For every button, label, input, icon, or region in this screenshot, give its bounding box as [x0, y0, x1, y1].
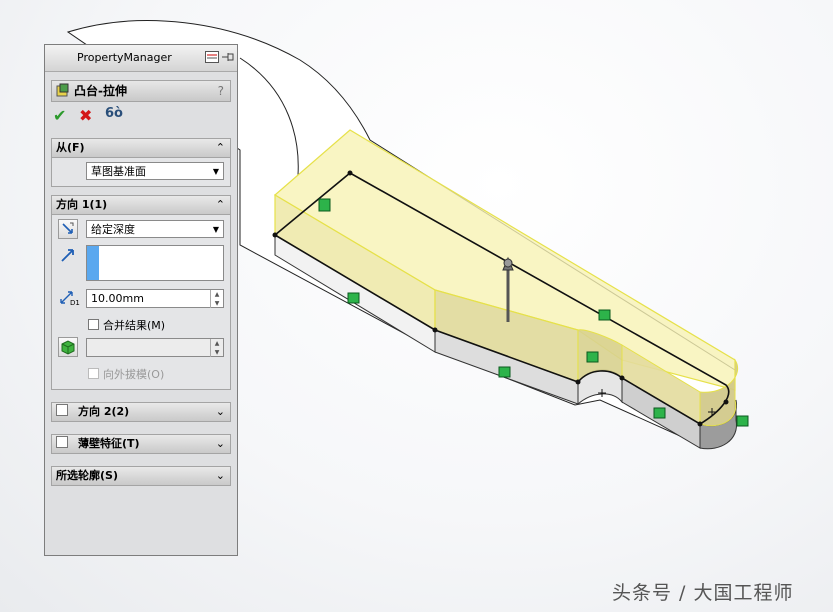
depth-value: 10.00mm [91, 292, 144, 305]
selected-contours-group: 所选轮廓(S) ⌄ [51, 466, 231, 486]
tangent-relation-icon [653, 407, 666, 419]
chevron-down-icon: ▼ [212, 225, 219, 234]
selected-contours-header[interactable]: 所选轮廓(S) ⌄ [52, 467, 230, 485]
help-icon[interactable]: ? [218, 81, 224, 101]
panel-title: PropertyManager [77, 51, 172, 64]
expand-icon[interactable]: ⌄ [216, 435, 225, 453]
action-buttons: ✔ ✖ 6ò [53, 106, 237, 128]
start-condition-value: 草图基准面 [91, 165, 146, 178]
reverse-direction-icon [62, 222, 74, 234]
chevron-down-icon: ▼ [212, 167, 219, 176]
thin-feature-title: 薄壁特征(T) [78, 437, 140, 450]
tangent-relation-icon [347, 292, 360, 304]
panel-title-bar: PropertyManager [45, 45, 237, 72]
boss-extrude-icon [56, 83, 69, 97]
tangent-relation-icon [586, 351, 599, 363]
tangent-relation-icon [598, 309, 611, 321]
direction2-title: 方向 2(2) [78, 405, 130, 418]
merge-result-box[interactable] [88, 319, 99, 330]
end-condition-select[interactable]: 给定深度 ▼ [86, 220, 224, 238]
direction1-group: 方向 1(1) ⌃ 给定深度 ▼ D1 10.00mm ▲ ▼ 合并结果(M) … [51, 195, 231, 390]
property-manager-panel: PropertyManager 凸台-拉伸 ? ✔ ✖ 6ò 从(F) ⌃ 草图… [44, 44, 238, 556]
direction2-group: 方向 2(2) ⌄ [51, 402, 231, 422]
thin-feature-checkbox[interactable] [56, 436, 68, 448]
collapse-icon[interactable]: ⌃ [216, 196, 225, 214]
from-group-title: 从(F) [56, 141, 85, 154]
expand-icon[interactable]: ⌄ [216, 403, 225, 421]
tangent-relation-icon [498, 366, 511, 378]
expand-icon[interactable]: ⌄ [216, 467, 225, 485]
pin-icon[interactable] [221, 51, 235, 63]
direction-vector-icon [61, 249, 74, 262]
direction-selection-box[interactable] [86, 245, 224, 281]
depth-spinner[interactable]: ▲ ▼ [210, 290, 223, 308]
merge-result-checkbox[interactable]: 合并结果(M) [88, 317, 165, 333]
direction2-checkbox[interactable] [56, 404, 68, 416]
draft-icon [61, 340, 75, 355]
draft-outward-box [88, 368, 99, 379]
draft-outward-checkbox: 向外拔模(O) [88, 366, 164, 382]
draft-angle-input: ▲ ▼ [86, 338, 224, 357]
collapse-icon[interactable]: ⌃ [216, 139, 225, 157]
cancel-button[interactable]: ✖ [79, 106, 92, 125]
ok-button[interactable]: ✔ [53, 106, 66, 125]
tangent-relation-icon [736, 415, 749, 427]
selected-contours-title: 所选轮廓(S) [56, 469, 118, 482]
depth-dimension-icon: D1 [58, 287, 80, 309]
thin-feature-group: 薄壁特征(T) ⌄ [51, 434, 231, 454]
feature-header: 凸台-拉伸 ? [51, 80, 231, 102]
from-group: 从(F) ⌃ 草图基准面 ▼ [51, 138, 231, 187]
end-condition-value: 给定深度 [91, 223, 135, 236]
detailed-preview-button[interactable]: 6ò [105, 106, 123, 121]
draft-angle-spinner: ▲ ▼ [210, 339, 223, 357]
feature-name: 凸台-拉伸 [74, 84, 127, 98]
draft-toggle-button[interactable] [58, 337, 78, 357]
from-group-header[interactable]: 从(F) ⌃ [52, 139, 230, 158]
dock-icon[interactable] [205, 51, 219, 63]
direction1-title: 方向 1(1) [56, 198, 108, 211]
watermark-text: 头条号 / 大国工程师 [612, 582, 794, 604]
direction1-header[interactable]: 方向 1(1) ⌃ [52, 196, 230, 215]
depth-input[interactable]: 10.00mm ▲ ▼ [86, 289, 224, 308]
vertical-relation-icon [318, 198, 331, 212]
thin-feature-header[interactable]: 薄壁特征(T) ⌄ [52, 435, 230, 453]
reverse-direction-button[interactable] [58, 219, 78, 239]
start-condition-select[interactable]: 草图基准面 ▼ [86, 162, 224, 180]
direction2-header[interactable]: 方向 2(2) ⌄ [52, 403, 230, 421]
